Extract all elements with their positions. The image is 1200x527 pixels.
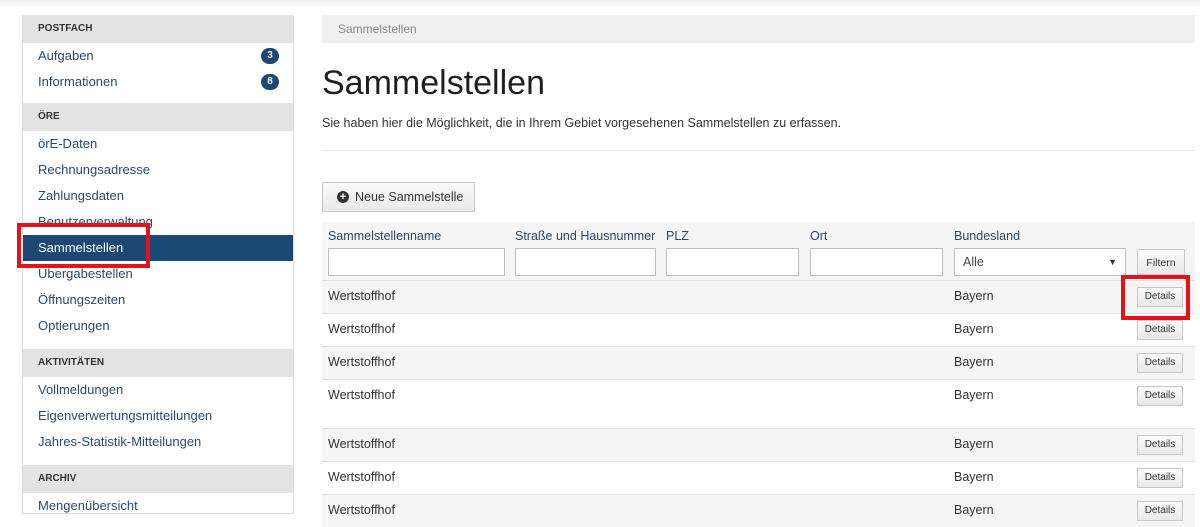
table-row: Wertstoffhof Bayern Details (322, 428, 1195, 461)
details-button[interactable]: Details (1137, 386, 1183, 406)
cell-bundesland: Bayern (954, 503, 994, 517)
cell-bundesland: Bayern (954, 437, 994, 451)
section-header-ore: ÖRE (23, 103, 293, 131)
column-header-ort: Ort (810, 229, 828, 243)
table-row: Wertstoffhof Bayern Details (322, 461, 1195, 494)
sidebar-item-aufgaben[interactable]: Aufgaben 3 (23, 43, 293, 69)
column-header-plz: PLZ (666, 229, 689, 243)
caret-down-icon: ▼ (1108, 257, 1117, 267)
filter-strasse-input[interactable] (515, 248, 656, 276)
filter-button[interactable]: Filtern (1137, 249, 1185, 275)
sidebar-item-eigenverwertungsmitteilungen[interactable]: Eigenverwertungsmitteilungen (23, 403, 293, 429)
sammelstellen-table: Sammelstellenname Straße und Hausnummer … (322, 222, 1195, 527)
count-badge: 3 (261, 48, 279, 64)
plus-circle-icon: + (337, 191, 349, 203)
details-button[interactable]: Details (1137, 468, 1183, 488)
new-sammelstelle-label: Neue Sammelstelle (355, 190, 464, 204)
cell-bundesland: Bayern (954, 322, 994, 336)
cell-name: Wertstoffhof (328, 503, 395, 517)
table-filter-header: Sammelstellenname Straße und Hausnummer … (322, 222, 1195, 280)
cell-name: Wertstoffhof (328, 289, 395, 303)
cell-bundesland: Bayern (954, 388, 994, 402)
details-button[interactable]: Details (1137, 320, 1183, 340)
new-sammelstelle-button[interactable]: + Neue Sammelstelle (322, 182, 475, 212)
cell-name: Wertstoffhof (328, 388, 395, 402)
divider (322, 150, 1195, 151)
top-shadow (0, 0, 1200, 8)
filter-ort-input[interactable] (810, 248, 943, 276)
table-row: Wertstoffhof Bayern Details (322, 280, 1195, 313)
filter-bundesland-select[interactable]: Alle ▼ (954, 248, 1126, 276)
sidebar-item-label: Aufgaben (38, 48, 94, 63)
sidebar-item-rechnungsadresse[interactable]: Rechnungsadresse (23, 157, 293, 183)
sidebar-item-informationen[interactable]: Informationen 8 (23, 69, 293, 95)
table-row: Wertstoffhof Bayern Details (322, 346, 1195, 379)
column-header-strasse: Straße und Hausnummer (515, 229, 656, 243)
sidebar-item-vollmeldungen[interactable]: Vollmeldungen (23, 377, 293, 403)
sidebar-item-label: Informationen (38, 74, 118, 89)
count-badge: 8 (261, 74, 279, 90)
highlight-box (17, 223, 150, 268)
table-row: Wertstoffhof Bayern Details (322, 379, 1195, 428)
cell-bundesland: Bayern (954, 289, 994, 303)
page-description: Sie haben hier die Möglichkeit, die in I… (322, 116, 842, 130)
page-title: Sammelstellen (322, 64, 545, 102)
cell-name: Wertstoffhof (328, 470, 395, 484)
highlight-box (1121, 275, 1190, 320)
sidebar-item-mengenuebersicht[interactable]: Mengenübersicht (23, 493, 293, 519)
breadcrumb: Sammelstellen (322, 15, 1195, 43)
cell-name: Wertstoffhof (328, 322, 395, 336)
sidebar-item-ore-daten[interactable]: örE-Daten (23, 131, 293, 157)
column-header-name: Sammelstellenname (328, 229, 442, 243)
details-button[interactable]: Details (1137, 435, 1183, 455)
details-button[interactable]: Details (1137, 501, 1183, 521)
table-row: Wertstoffhof Bayern Details (322, 313, 1195, 346)
filter-name-input[interactable] (328, 248, 505, 276)
details-button[interactable]: Details (1137, 353, 1183, 373)
section-header-postfach: POSTFACH (23, 15, 293, 43)
sidebar-item-optierungen[interactable]: Optierungen (23, 313, 293, 339)
section-header-aktivitaeten: AKTIVITÄTEN (23, 349, 293, 377)
cell-bundesland: Bayern (954, 355, 994, 369)
cell-name: Wertstoffhof (328, 437, 395, 451)
sidebar-item-zahlungsdaten[interactable]: Zahlungsdaten (23, 183, 293, 209)
select-value: Alle (963, 255, 984, 269)
cell-bundesland: Bayern (954, 470, 994, 484)
table-row: Wertstoffhof Bayern Details (322, 494, 1195, 527)
cell-name: Wertstoffhof (328, 355, 395, 369)
column-header-bundesland: Bundesland (954, 229, 1021, 243)
sidebar-item-oeffnungszeiten[interactable]: Öffnungszeiten (23, 287, 293, 313)
section-header-archiv: ARCHIV (23, 465, 293, 493)
filter-plz-input[interactable] (666, 248, 799, 276)
sidebar-item-jahres-statistik[interactable]: Jahres-Statistik-Mitteilungen (23, 429, 293, 455)
